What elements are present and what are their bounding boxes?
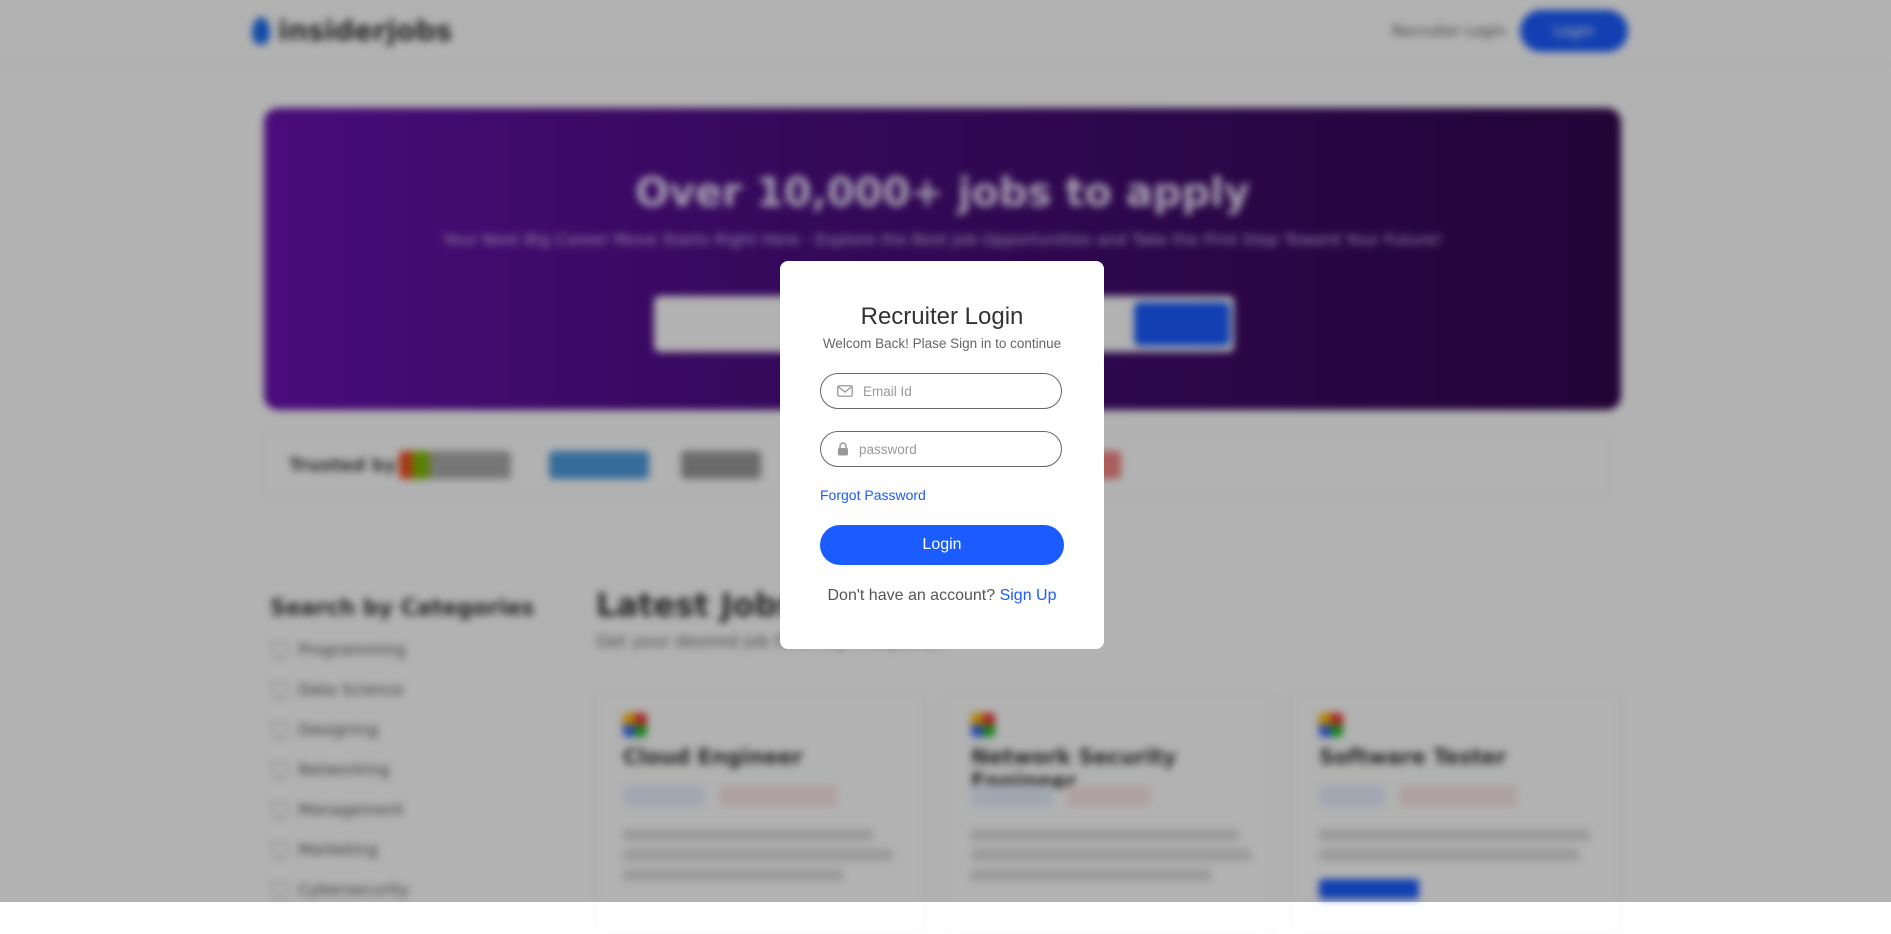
lock-icon [838, 442, 848, 456]
password-input[interactable] [857, 440, 1031, 458]
signup-prompt: Don't have an account? Sign Up [780, 587, 1104, 605]
email-input[interactable] [861, 382, 1035, 400]
modal-subtitle: Welcom Back! Plase Sign in to continue [822, 336, 1062, 351]
password-field[interactable] [820, 431, 1062, 467]
recruiter-login-modal: Recruiter Login Welcom Back! Plase Sign … [780, 261, 1104, 649]
modal-title: Recruiter Login [860, 303, 1024, 330]
forgot-password-link[interactable]: Forgot Password [820, 487, 926, 503]
no-account-text: Don't have an account? [827, 587, 1000, 604]
email-field[interactable] [820, 373, 1062, 409]
login-button[interactable]: Login [820, 525, 1064, 565]
signup-link[interactable]: Sign Up [1000, 587, 1057, 604]
mail-icon [837, 385, 853, 397]
